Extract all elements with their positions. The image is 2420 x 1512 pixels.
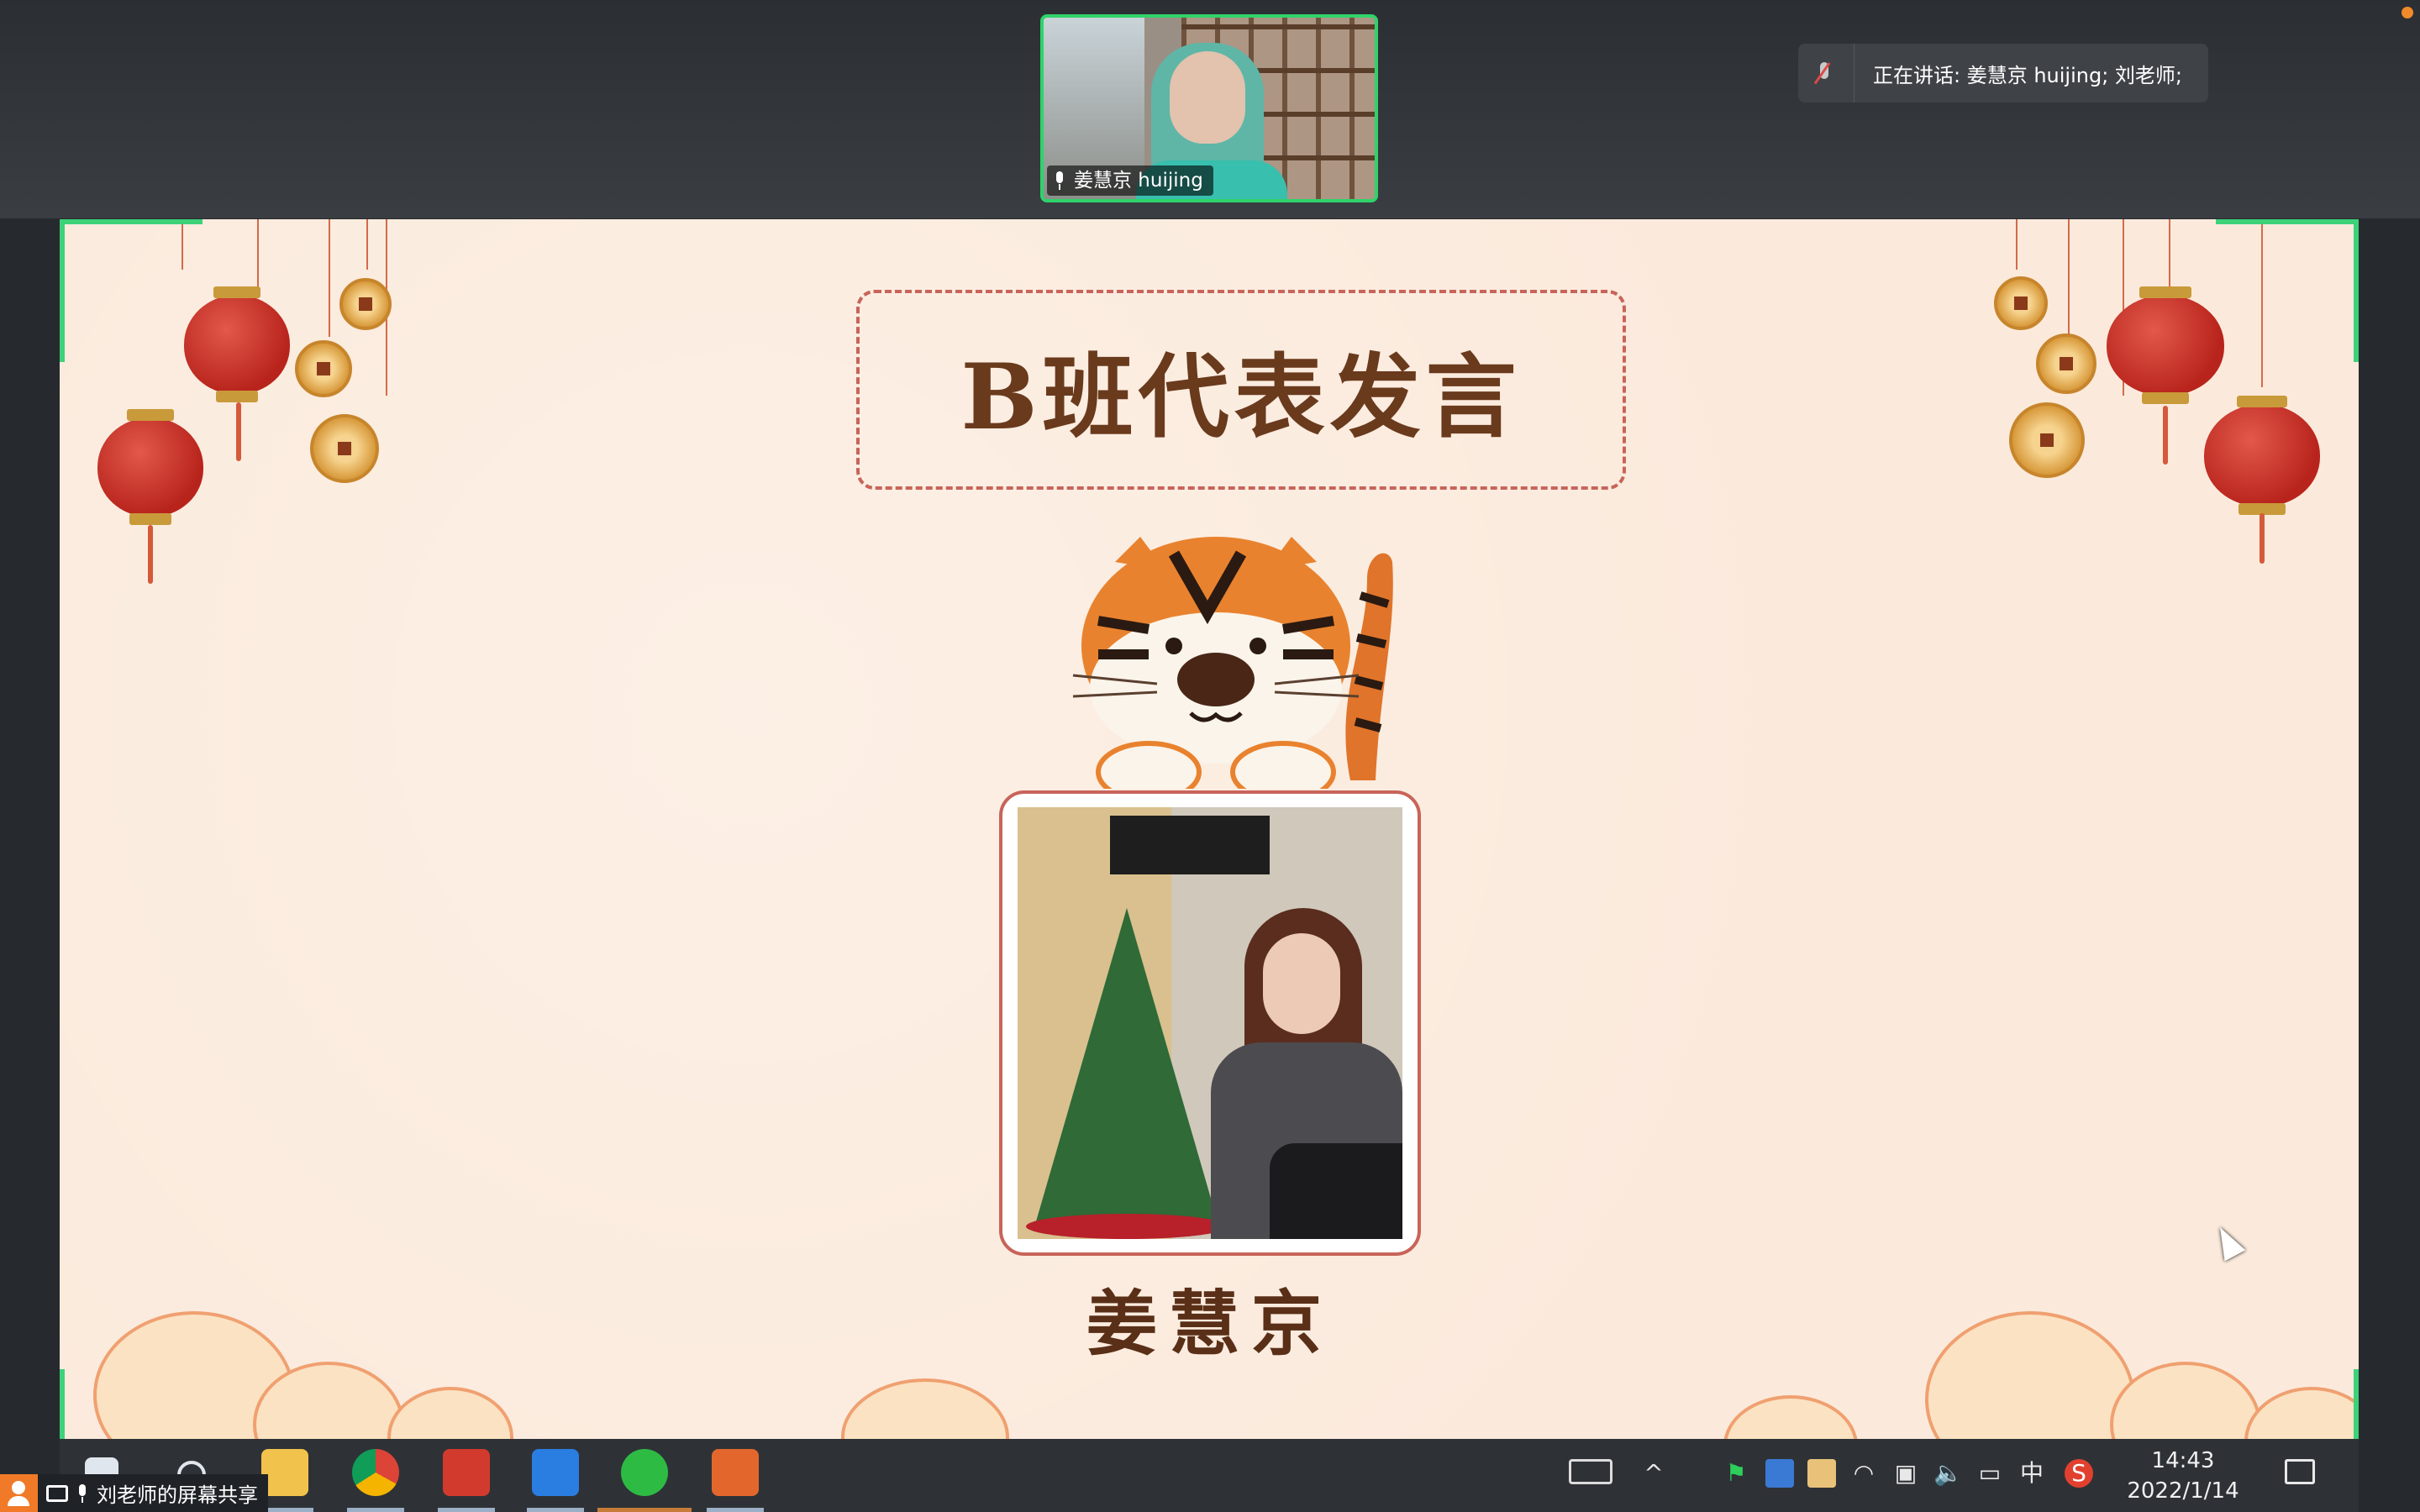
mouse-cursor	[2209, 1221, 2246, 1262]
gold-coin	[1994, 276, 2048, 330]
decorative-cloud	[1925, 1311, 2135, 1439]
decorative-cloud	[841, 1378, 1009, 1439]
chevron-up-icon[interactable]: ^	[1639, 1459, 1668, 1488]
screen-share-label: 刘老师的屏幕共享	[97, 1483, 258, 1507]
taskbar-clock[interactable]: 14:43 2022/1/14	[2124, 1446, 2242, 1506]
gold-coin	[339, 278, 392, 330]
red-lantern	[2204, 396, 2320, 515]
active-speaker-text: 正在讲话: 姜慧京 huijing; 刘老师;	[1873, 63, 2183, 87]
volume-icon[interactable]: 🔈	[1933, 1459, 1963, 1488]
chrome-icon[interactable]	[352, 1449, 399, 1496]
participant-face	[1170, 51, 1245, 144]
presentation-app-icon[interactable]	[712, 1449, 759, 1496]
shared-screen-slide: B班代表发言 姜慧京	[60, 219, 2359, 1439]
wps-office-icon[interactable]	[443, 1449, 490, 1496]
notification-center-icon[interactable]	[2285, 1459, 2315, 1484]
slide-title: B班代表发言	[960, 344, 1522, 450]
participant-video-tile[interactable]: 姜慧京 huijing	[1040, 14, 1378, 202]
muted-microphone-icon[interactable]	[1798, 44, 1854, 102]
display-icon[interactable]: ▣	[1891, 1459, 1920, 1488]
red-lantern	[97, 409, 203, 525]
speaker-photo-frame	[999, 790, 1421, 1256]
flag-icon[interactable]: ⚑	[1722, 1459, 1750, 1488]
news-widget-icon[interactable]	[1569, 1459, 1612, 1484]
input-method-indicator[interactable]: 中	[2018, 1459, 2046, 1488]
lark-icon[interactable]	[532, 1449, 579, 1496]
decorative-cloud	[387, 1387, 513, 1439]
sogou-input-icon[interactable]: S	[2065, 1459, 2093, 1488]
windows-taskbar: ^ ⚑ ◠ ▣ 🔈 ▭ 中 S 14:43 2022/1/14	[60, 1439, 2359, 1512]
participant-name: 姜慧京 huijing	[1074, 170, 1203, 192]
speaker-photo	[1018, 807, 1402, 1239]
screen-share-indicator[interactable]: 刘老师的屏幕共享	[0, 1474, 268, 1512]
gold-coin	[2009, 402, 2085, 478]
wifi-icon[interactable]: ◠	[1849, 1459, 1878, 1488]
microphone-icon	[76, 1483, 88, 1503]
screen-share-icon	[46, 1484, 68, 1502]
decorative-cloud	[1723, 1395, 1858, 1439]
battery-icon[interactable]: ▭	[1975, 1459, 2004, 1488]
gold-coin	[2036, 333, 2096, 394]
gold-coin	[310, 414, 379, 483]
active-speaker-panel[interactable]: 正在讲话: 姜慧京 huijing; 刘老师;	[1798, 44, 2208, 102]
file-explorer-icon[interactable]	[261, 1449, 308, 1496]
speaker-name: 姜慧京	[1086, 1282, 1334, 1365]
clock-time: 14:43	[2151, 1448, 2215, 1473]
microphone-icon	[1054, 171, 1065, 190]
decorative-cloud	[2244, 1387, 2359, 1439]
participant-name-label: 姜慧京 huijing	[1047, 165, 1213, 196]
red-lantern	[2107, 286, 2224, 404]
red-lantern	[184, 286, 290, 402]
clock-date: 2022/1/14	[2127, 1478, 2239, 1504]
wechat-icon[interactable]	[621, 1449, 668, 1496]
christmas-tree	[1034, 908, 1219, 1227]
gold-coin	[295, 340, 352, 397]
decorative-cloud	[2110, 1362, 2261, 1439]
meeting-top-bar: 姜慧京 huijing 正在讲话: 姜慧京 huijing; 刘老师;	[0, 0, 2420, 218]
recording-indicator-dot	[2402, 7, 2413, 18]
notes-app-icon[interactable]	[1807, 1459, 1836, 1488]
participant-avatar-icon	[0, 1474, 38, 1512]
slide-title-box: B班代表发言	[856, 290, 1626, 490]
network-app-icon[interactable]	[1765, 1459, 1794, 1488]
tiger-illustration	[1072, 537, 1393, 789]
